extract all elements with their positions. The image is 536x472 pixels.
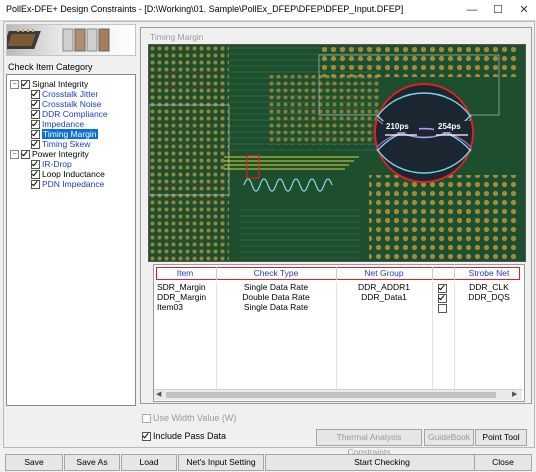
product-logo-image (6, 24, 136, 56)
tree-item-timing-margin[interactable]: Timing Margin (31, 129, 98, 140)
close-window-button[interactable]: ✕ (512, 2, 536, 18)
cell-strobe-net: DDR_DQS (468, 292, 510, 302)
tree-item-label: Crosstalk Jitter (42, 89, 99, 99)
include-pass-option[interactable]: Include Pass Data (142, 431, 227, 442)
cell-item: SDR_Margin (157, 282, 206, 292)
tree-item-label: IR-Drop (42, 159, 72, 169)
collapse-icon[interactable]: − (10, 80, 19, 90)
close-button[interactable]: Close (474, 454, 532, 471)
cell-item: DDR_Margin (157, 292, 207, 302)
use-width-checkbox[interactable] (142, 414, 151, 424)
include-pass-checkbox[interactable] (142, 432, 151, 442)
tree-item-crosstalk-jitter[interactable]: Crosstalk Jitter (31, 89, 99, 100)
point-tool-button[interactable]: Point Tool (475, 429, 527, 446)
checkbox[interactable] (31, 130, 40, 140)
tree-item-label-selected: Timing Margin (42, 129, 98, 139)
title-bar: PollEx-DFE+ Design Constraints - [D:\Wor… (0, 0, 536, 21)
tree-group-signal-integrity[interactable]: − Signal Integrity (10, 79, 89, 90)
eye-right-label: 254ps (438, 122, 461, 131)
cell-net-group: DDR_ADDR1 (358, 282, 410, 292)
minimize-button[interactable]: — (460, 2, 484, 18)
cell-net-group (336, 302, 432, 312)
check-items-table[interactable]: Item Check Type Net Group Strobe Net SDR… (153, 264, 525, 402)
column-header-strobe-net[interactable]: Strobe Net (454, 267, 524, 280)
cell-strobe-net (454, 302, 524, 312)
cell-check-type: Single Data Rate (243, 302, 309, 312)
cell-strobe-net: DDR_CLK (469, 282, 509, 292)
checkbox[interactable] (31, 140, 40, 150)
row-checkbox[interactable] (438, 304, 447, 314)
maximize-button[interactable]: ☐ (486, 2, 510, 18)
cell-check-type: Single Data Rate (243, 282, 309, 292)
checkbox[interactable] (31, 160, 40, 170)
chip-icon (7, 28, 110, 52)
tree-item-pdn-impedance[interactable]: PDN Impedance (31, 179, 105, 190)
load-button[interactable]: Load (121, 454, 177, 471)
tree-item-ir-drop[interactable]: IR-Drop (31, 159, 72, 170)
cell-check-type: Double Data Rate (242, 292, 310, 302)
column-header-item[interactable]: Item (154, 267, 217, 280)
cell-net-group: DDR_Data1 (361, 292, 407, 302)
tree-item-loop-inductance[interactable]: Loop Inductance (31, 169, 105, 180)
guidebook-button[interactable]: GuideBook (424, 429, 474, 446)
checkbox[interactable] (31, 120, 40, 130)
column-header-net-group[interactable]: Net Group (336, 267, 433, 280)
checkbox[interactable] (31, 90, 40, 100)
scrollbar-thumb[interactable] (166, 392, 496, 398)
checkbox-signal-integrity[interactable] (21, 80, 30, 90)
panel-title: Timing Margin (150, 32, 204, 42)
nets-input-setting-button[interactable]: Net's Input Setting (178, 454, 264, 471)
checkbox[interactable] (31, 180, 40, 190)
column-divider (336, 282, 337, 399)
tree-item-label: Timing Skew (42, 139, 91, 149)
include-pass-label: Include Pass Data (153, 431, 227, 441)
tree-item-crosstalk-noise[interactable]: Crosstalk Noise (31, 99, 102, 110)
tree-item-timing-skew[interactable]: Timing Skew (31, 139, 91, 150)
column-divider (454, 282, 455, 399)
use-width-option[interactable]: Use Width Value (W) (142, 413, 237, 424)
pcb-layout-image: 210ps 254ps (148, 44, 526, 262)
tree-item-label: PDN Impedance (42, 179, 105, 189)
horizontal-scrollbar[interactable]: ◀ ▶ (154, 389, 522, 400)
scroll-right-icon[interactable]: ▶ (512, 390, 517, 398)
column-header-check-type[interactable]: Check Type (216, 267, 337, 280)
scroll-left-icon[interactable]: ◀ (156, 390, 161, 398)
tree-group-label: Power Integrity (32, 149, 89, 159)
check-item-tree[interactable]: − Signal Integrity Crosstalk Jitter Cross… (6, 74, 136, 406)
window-title: PollEx-DFE+ Design Constraints - [D:\Wor… (6, 4, 404, 14)
tree-item-impedance[interactable]: Impedance (31, 119, 85, 130)
sidebar-heading: Check Item Category (8, 62, 93, 72)
column-divider (432, 282, 433, 399)
save-button[interactable]: Save (5, 454, 63, 471)
use-width-label: Use Width Value (W) (153, 413, 237, 423)
eye-left-label: 210ps (386, 122, 409, 131)
checkbox-power-integrity[interactable] (21, 150, 30, 160)
tree-item-label: Crosstalk Noise (42, 99, 102, 109)
tree-group-power-integrity[interactable]: − Power Integrity (10, 149, 89, 160)
column-header-blank[interactable] (432, 267, 455, 280)
tree-group-label: Signal Integrity (32, 79, 89, 89)
checkbox[interactable] (31, 170, 40, 180)
tree-item-label: Impedance (42, 119, 85, 129)
checkbox[interactable] (31, 110, 40, 120)
table-row[interactable]: DDR_Margin Double Data Rate DDR_Data1 DD… (154, 292, 524, 304)
collapse-icon[interactable]: − (10, 150, 19, 160)
checkbox[interactable] (31, 100, 40, 110)
column-divider (216, 282, 217, 399)
start-checking-button[interactable]: Start Checking (265, 454, 499, 471)
tree-item-ddr-compliance[interactable]: DDR Compliance (31, 109, 108, 120)
pcb-illustration (149, 45, 525, 261)
cell-item: Item03 (157, 302, 183, 312)
save-as-button[interactable]: Save As (64, 454, 120, 471)
tree-item-label: DDR Compliance (42, 109, 108, 119)
thermal-analysis-constraints-button[interactable]: Thermal Analysis Constraints (316, 429, 422, 457)
table-row[interactable]: Item03 Single Data Rate (154, 302, 524, 314)
table-row[interactable]: SDR_Margin Single Data Rate DDR_ADDR1 DD… (154, 282, 524, 294)
tree-item-label: Loop Inductance (42, 169, 105, 179)
